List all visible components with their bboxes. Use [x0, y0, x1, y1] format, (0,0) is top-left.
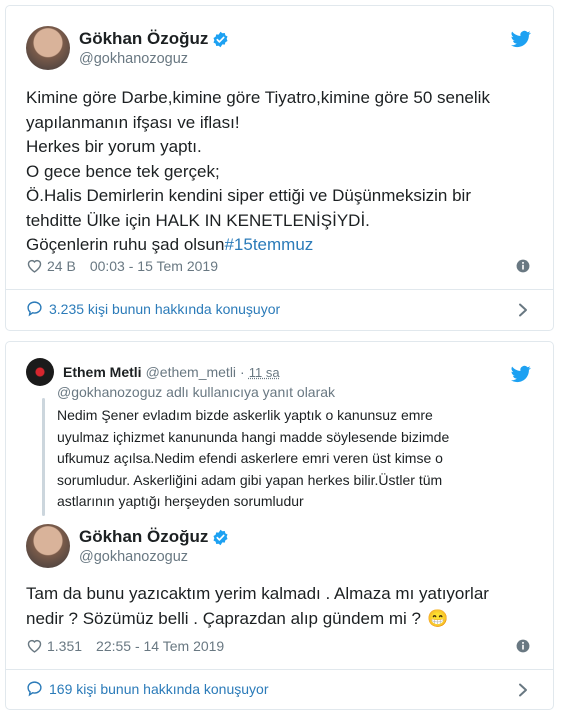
hashtag-link[interactable]: #15temmuz	[224, 235, 313, 254]
tweet-2-meta: 1.351 22:55 - 14 Tem 2019	[26, 637, 224, 654]
like-count[interactable]: 24 B	[47, 258, 76, 274]
tweet-text-line: Herkes bir yorum yaptı.	[26, 137, 202, 156]
chevron-right-icon[interactable]	[517, 303, 529, 317]
info-icon[interactable]	[516, 259, 530, 273]
chat-bubble-icon	[27, 681, 42, 697]
twitter-bird-icon[interactable]	[511, 29, 531, 49]
divider	[6, 669, 553, 670]
tweet-2-header: Gökhan Özoğuz @gokhanozoguz	[26, 524, 229, 568]
author-name[interactable]: Gökhan Özoğuz	[79, 527, 208, 547]
quoted-text-line: astlarının yaptığı herşeyden sorumludur	[57, 493, 304, 509]
divider	[6, 289, 553, 290]
info-icon[interactable]	[516, 639, 530, 653]
tweet-1-meta: 24 B 00:03 - 15 Tem 2019	[26, 257, 218, 274]
conversation-label[interactable]: 3.235 kişi bunun hakkında konuşuyor	[49, 301, 280, 317]
thread-line	[42, 398, 45, 516]
author-handle[interactable]: @gokhanozoguz	[79, 549, 229, 565]
tweet-card-2: Ethem Metli @ethem_metli · 11 sa @gokhan…	[5, 341, 554, 710]
quoted-timestamp[interactable]: 11 sa	[249, 365, 280, 380]
author-handle[interactable]: @gokhanozoguz	[79, 51, 229, 67]
tweet-1-header: Gökhan Özoğuz @gokhanozoguz	[26, 26, 229, 70]
tweet-text-last-line: Göçenlerin ruhu şad olsun#15temmuz	[26, 233, 536, 258]
grinning-emoji-icon: 😁	[427, 608, 449, 628]
author-block: Gökhan Özoğuz @gokhanozoguz	[79, 527, 229, 565]
quoted-author-name[interactable]: Ethem Metli	[63, 364, 142, 380]
quoted-text-line: uyulmaz içhizmet kanununda hangi madde s…	[57, 428, 450, 445]
quoted-author-handle[interactable]: @ethem_metli	[146, 364, 236, 380]
tweet-2-text: Tam da bunu yazıcaktım yerim kalmadı . A…	[26, 582, 536, 631]
reply-context: @gokhanozoguz adlı kullanıcıya yanıt ola…	[57, 384, 336, 400]
quoted-text: Nedim Şener evladım bizde askerlik yaptı…	[57, 405, 449, 513]
separator-dot: ·	[240, 364, 245, 380]
conversation-link[interactable]: 3.235 kişi bunun hakkında konuşuyor	[26, 300, 280, 317]
tweet-text-fragment: nedir ? Sözümüz belli . Çaprazdan alıp g…	[26, 608, 421, 628]
tweet-text-line: O gece bence tek gerçek;	[26, 161, 220, 181]
tweet-card-1: Gökhan Özoğuz @gokhanozoguz Kimine göre …	[5, 5, 554, 331]
twitter-bird-icon[interactable]	[511, 364, 531, 384]
quoted-header: Ethem Metli @ethem_metli · 11 sa	[26, 358, 280, 386]
avatar[interactable]	[26, 524, 70, 568]
conversation-label[interactable]: 169 kişi bunun hakkında konuşuyor	[49, 681, 268, 697]
tweet-timestamp[interactable]: 22:55 - 14 Tem 2019	[96, 638, 224, 654]
tweet-text-fragment: Göçenlerin ruhu şad olsun	[26, 235, 225, 254]
name-row: Gökhan Özoğuz	[79, 29, 229, 49]
quoted-text-line: Nedim Şener evladım bizde askerlik yaptı…	[57, 407, 433, 423]
tweet-text-line: tehditte Ülke için HALK IN KENETLENİŞİYD…	[26, 210, 370, 230]
quoted-avatar[interactable]	[26, 358, 54, 386]
tweet-text-line: Kimine göre Darbe,kimine göre Tiyatro,ki…	[26, 88, 490, 107]
tweet-text-line: yapılanmanın ifşası ve iflası!	[26, 112, 240, 132]
like-count[interactable]: 1.351	[47, 638, 82, 654]
author-block: Gökhan Özoğuz @gokhanozoguz	[79, 29, 229, 67]
chat-bubble-icon	[27, 301, 42, 317]
heart-icon[interactable]	[26, 257, 43, 274]
tweet-text-last-line: nedir ? Sözümüz belli . Çaprazdan alıp g…	[26, 607, 536, 632]
chevron-right-icon[interactable]	[517, 683, 529, 697]
avatar[interactable]	[26, 26, 70, 70]
verified-badge-icon	[213, 529, 228, 545]
heart-icon[interactable]	[26, 637, 43, 654]
quoted-text-line: ufkumuz açılsa.Nedim efendi askerlere em…	[57, 450, 443, 466]
quoted-text-line: sorumludur. Askerliğini adam gibi yapan …	[57, 471, 443, 488]
tweet-text-line: Tam da bunu yazıcaktım yerim kalmadı . A…	[26, 584, 489, 603]
author-name[interactable]: Gökhan Özoğuz	[79, 29, 208, 49]
conversation-link[interactable]: 169 kişi bunun hakkında konuşuyor	[26, 680, 268, 697]
name-row: Gökhan Özoğuz	[79, 527, 229, 547]
verified-badge-icon	[213, 31, 228, 47]
tweet-text-line: Ö.Halis Demirlerin kendini siper ettiği …	[26, 186, 471, 205]
tweet-1-text: Kimine göre Darbe,kimine göre Tiyatro,ki…	[26, 86, 536, 258]
tweet-timestamp[interactable]: 00:03 - 15 Tem 2019	[90, 258, 218, 274]
